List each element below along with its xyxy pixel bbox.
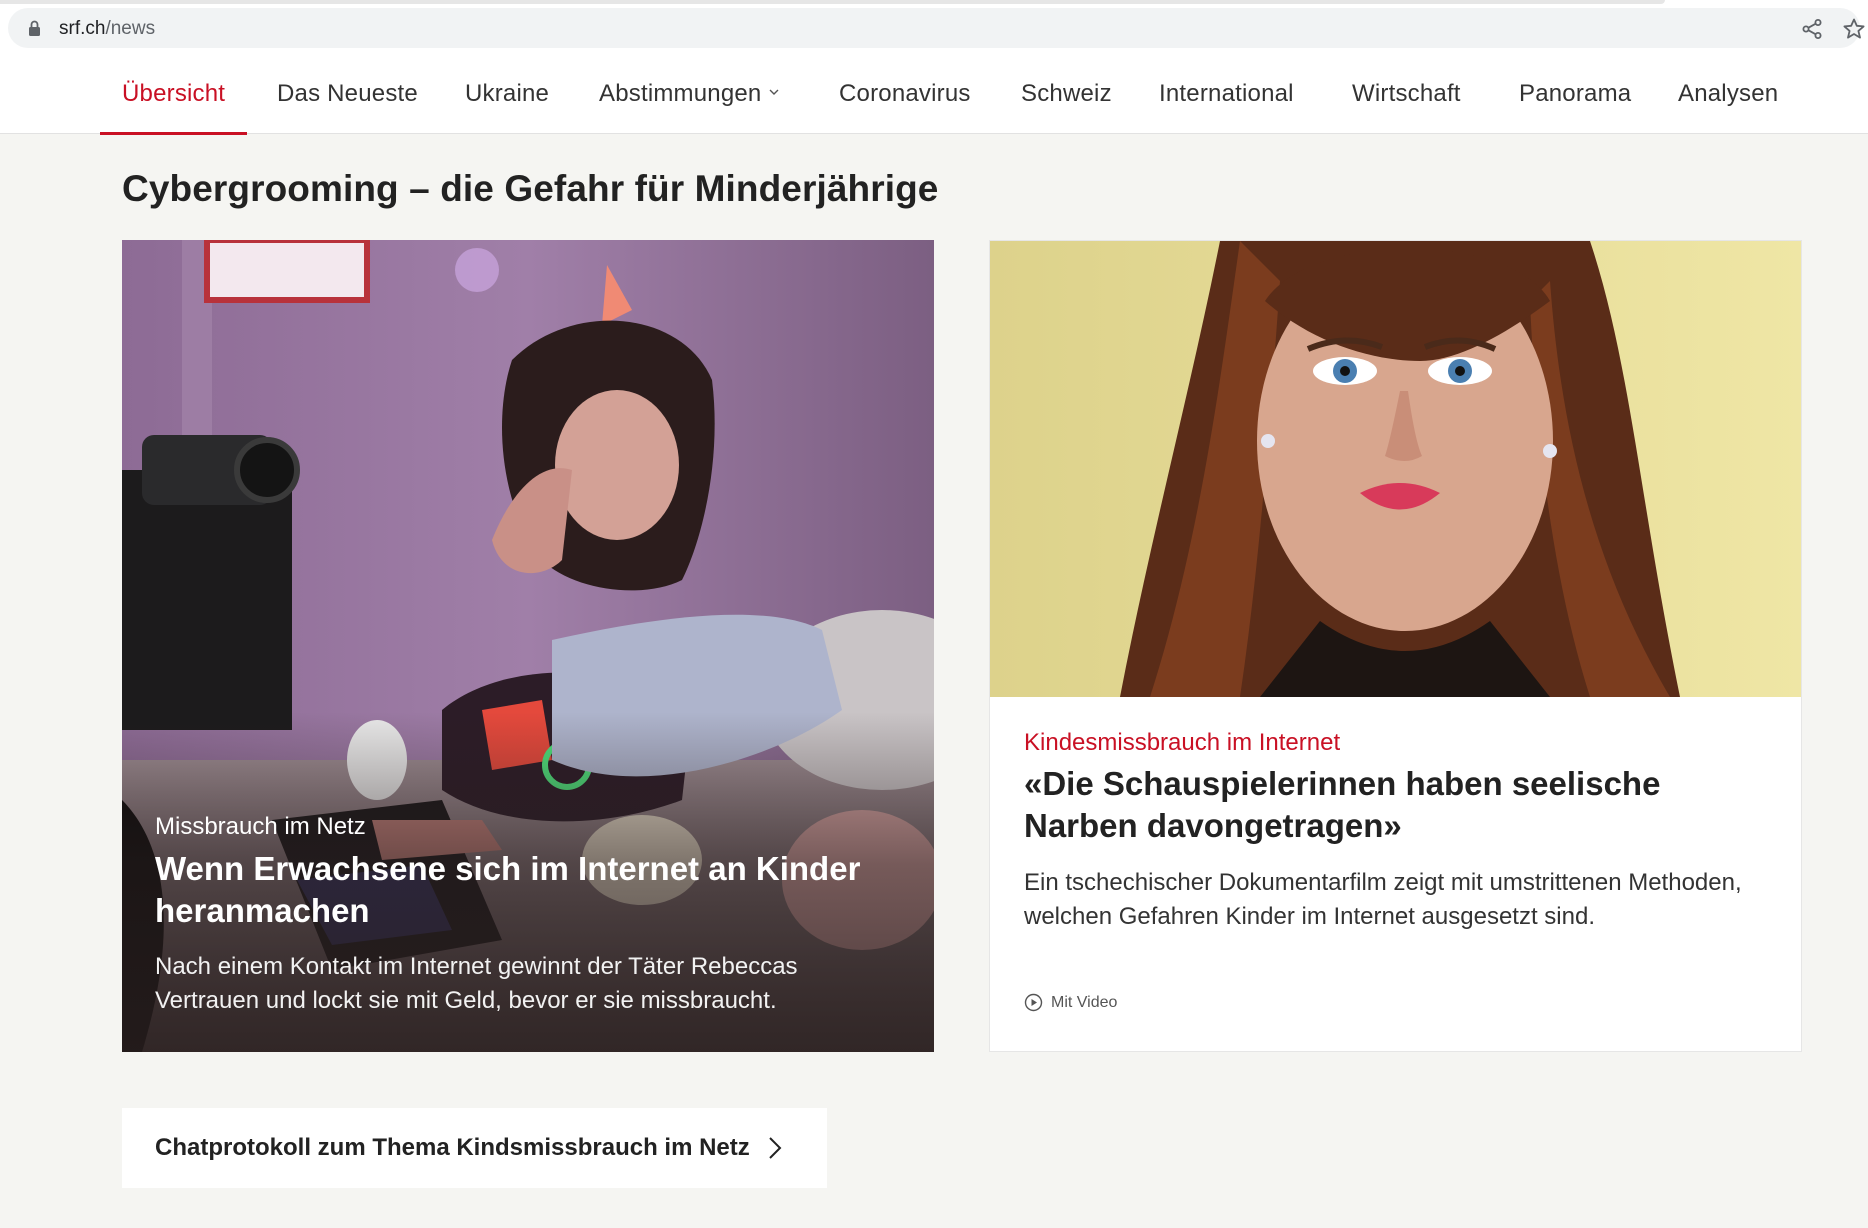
teaser-lead: Nach einem Kontakt im Internet gewinnt d… xyxy=(155,953,798,1014)
nav-item-panorama[interactable]: Panorama xyxy=(1497,54,1653,134)
play-circle-icon xyxy=(1024,993,1043,1012)
nav-item-uebersicht[interactable]: Übersicht xyxy=(100,54,248,135)
teaser-kicker: Missbrauch im Netz xyxy=(155,813,366,840)
nav-item-abstimmungen[interactable]: Abstimmungen xyxy=(577,54,801,134)
video-badge-label: Mit Video xyxy=(1051,993,1118,1011)
nav-item-ukraine[interactable]: Ukraine xyxy=(443,54,571,134)
chatprotokoll-link-label: Chatprotokoll zum Thema Kindsmissbrauch … xyxy=(155,1134,750,1161)
lock-icon[interactable] xyxy=(28,20,41,36)
star-icon[interactable] xyxy=(1842,17,1866,41)
portrait-illustration xyxy=(990,241,1801,697)
nav-item-wirtschaft[interactable]: Wirtschaft xyxy=(1330,54,1483,134)
nav-item-international[interactable]: International xyxy=(1137,54,1316,134)
teaser-image-portrait xyxy=(990,241,1801,697)
teaser-lead: Ein tschechischer Dokumentarfilm zeigt m… xyxy=(1024,869,1742,930)
url-text[interactable]: srf.ch/news xyxy=(59,18,155,40)
teaser-card-secondary[interactable]: Kindesmissbrauch im Internet «Die Schaus… xyxy=(989,240,1802,1052)
nav-item-das-neueste[interactable]: Das Neueste xyxy=(255,54,440,134)
teaser-kicker: Kindesmissbrauch im Internet xyxy=(1024,729,1341,756)
main-navigation: Übersicht Das Neueste Ukraine Abstimmung… xyxy=(0,54,1868,135)
tab-strip-line xyxy=(0,0,1665,4)
nav-item-analysen[interactable]: Analysen xyxy=(1656,54,1800,134)
browser-chrome: srf.ch/news xyxy=(0,0,1868,54)
nav-item-abstimmungen-label: Abstimmungen xyxy=(599,80,762,107)
nav-item-schweiz[interactable]: Schweiz xyxy=(999,54,1134,134)
teaser-card-main[interactable]: Missbrauch im Netz Wenn Erwachsene sich … xyxy=(122,240,934,1052)
video-badge: Mit Video xyxy=(1024,993,1117,1012)
teaser-title[interactable]: «Die Schauspielerinnen haben seelische N… xyxy=(1024,763,1764,847)
share-icon[interactable] xyxy=(1801,18,1823,40)
teaser-title[interactable]: Wenn Erwachsene sich im Internet an Kind… xyxy=(155,848,895,932)
chevron-right-icon xyxy=(769,1137,782,1159)
nav-item-coronavirus[interactable]: Coronavirus xyxy=(817,54,993,134)
section-title: Cybergrooming – die Gefahr für Minderjäh… xyxy=(122,168,939,209)
chevron-down-icon xyxy=(769,89,779,95)
chatprotokoll-link[interactable]: Chatprotokoll zum Thema Kindsmissbrauch … xyxy=(122,1108,827,1188)
address-bar[interactable]: srf.ch/news xyxy=(8,8,1865,48)
